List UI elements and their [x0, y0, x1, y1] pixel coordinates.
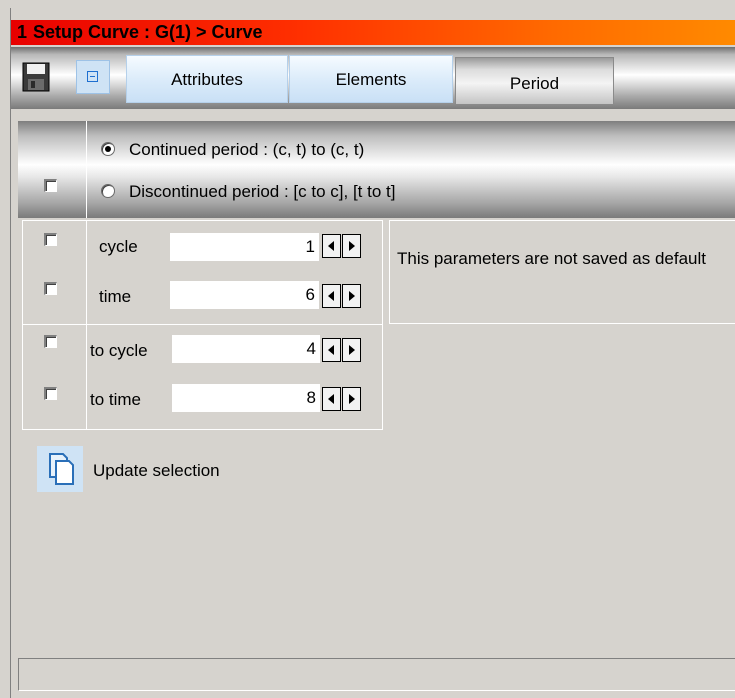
collapse-button[interactable]	[76, 60, 110, 94]
to-time-spinner[interactable]	[322, 387, 362, 411]
cycle-label: cycle	[99, 237, 138, 256]
status-bar	[18, 658, 735, 691]
collapse-minus-icon	[87, 71, 98, 82]
time-checkbox[interactable]	[44, 282, 57, 295]
tab-elements-label: Elements	[335, 70, 407, 89]
discontinued-period-radio[interactable]	[101, 183, 115, 198]
params-horizontal-divider	[23, 324, 382, 325]
save-button[interactable]	[22, 62, 50, 92]
time-spinner[interactable]	[322, 284, 362, 308]
cycle-input[interactable]: 1	[170, 233, 319, 261]
cycle-spinner[interactable]	[322, 234, 362, 258]
copy-pages-icon	[49, 453, 74, 485]
panel-divider	[86, 121, 87, 218]
time-decrement-arrow-icon[interactable]	[322, 284, 341, 308]
discontinued-period-label: Discontinued period : [c to c], [t to t]	[129, 182, 396, 201]
time-increment-arrow-icon[interactable]	[342, 284, 361, 308]
tab-period-label: Period	[509, 74, 560, 93]
to-cycle-input[interactable]: 4	[172, 335, 320, 363]
params-vertical-divider	[86, 221, 87, 429]
tab-elements[interactable]: Elements	[289, 55, 453, 103]
time-label: time	[99, 287, 132, 306]
cycle-decrement-arrow-icon[interactable]	[322, 234, 341, 258]
title-text: Setup Curve : G(1) > Curve	[33, 22, 263, 42]
tab-attributes-label: Attributes	[171, 70, 243, 89]
cycle-increment-arrow-icon[interactable]	[342, 234, 361, 258]
discontinued-period-option[interactable]: Discontinued period : [c to c], [t to t]	[101, 179, 395, 205]
to-cycle-spinner[interactable]	[322, 338, 362, 362]
update-selection-button[interactable]	[37, 446, 83, 492]
to-cycle-decrement-arrow-icon[interactable]	[322, 338, 341, 362]
time-input[interactable]: 6	[170, 281, 319, 309]
title-bar[interactable]: 1 Setup Curve : G(1) > Curve	[11, 20, 735, 45]
continued-period-option[interactable]: Continued period : (c, t) to (c, t)	[101, 137, 364, 163]
to-cycle-label: to cycle	[90, 341, 148, 360]
setup-curve-window: 1 Setup Curve : G(1) > Curve Attributes E…	[0, 0, 735, 698]
cycle-checkbox[interactable]	[44, 233, 57, 246]
info-message: This parameters are not saved as default	[397, 249, 706, 268]
to-time-checkbox[interactable]	[44, 387, 57, 400]
period-mode-checkbox[interactable]	[44, 179, 57, 192]
tab-attributes[interactable]: Attributes	[126, 55, 288, 103]
to-time-decrement-arrow-icon[interactable]	[322, 387, 341, 411]
floppy-disk-icon	[22, 62, 50, 92]
title-number: 1	[16, 22, 27, 42]
to-time-increment-arrow-icon[interactable]	[342, 387, 361, 411]
to-cycle-checkbox[interactable]	[44, 335, 57, 348]
to-time-input[interactable]: 8	[172, 384, 320, 412]
to-cycle-increment-arrow-icon[interactable]	[342, 338, 361, 362]
continued-period-radio[interactable]	[101, 141, 115, 156]
continued-period-label: Continued period : (c, t) to (c, t)	[129, 140, 365, 159]
update-selection-label[interactable]: Update selection	[93, 460, 220, 482]
tab-period[interactable]: Period	[455, 57, 614, 105]
info-frame	[389, 220, 735, 324]
to-time-label: to time	[90, 390, 142, 409]
